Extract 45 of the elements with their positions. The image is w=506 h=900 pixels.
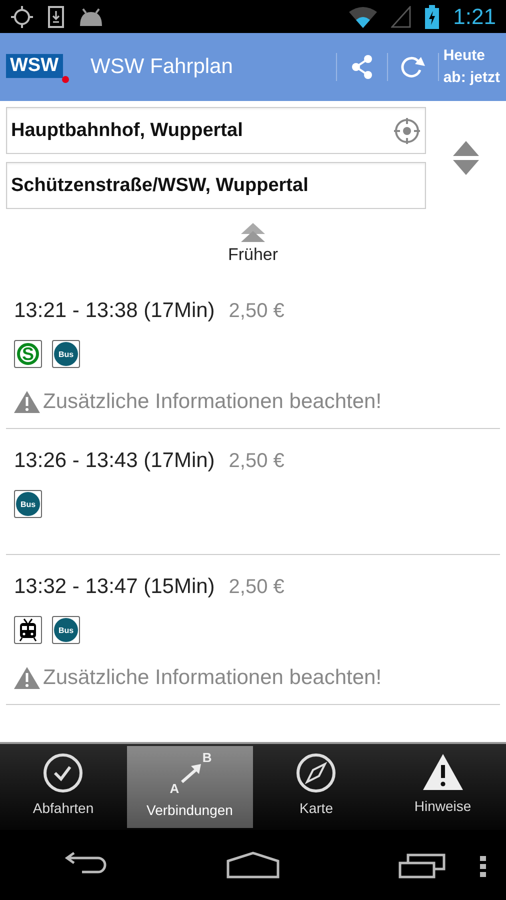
signal-icon: [391, 6, 412, 28]
gps-icon: [10, 4, 34, 28]
compass-icon: [295, 752, 338, 794]
download-icon: [48, 6, 64, 28]
tab[interactable]: Abfahrten: [0, 746, 126, 828]
s-bahn-icon: S: [14, 340, 42, 368]
tab[interactable]: Hinweise: [380, 746, 506, 828]
wifi-icon: [349, 6, 378, 28]
bus-icon: Bus: [52, 340, 80, 368]
double-up-arrow-icon: [240, 223, 266, 245]
fare-price: 2,50 €: [228, 576, 284, 599]
warning-icon: [14, 391, 40, 413]
battery-icon: [425, 4, 440, 28]
swap-icon[interactable]: [452, 141, 480, 175]
wsw-logo: WSW: [6, 54, 69, 82]
trip-times: 13:21 - 13:38 (17Min): [14, 299, 215, 323]
warning-icon: [422, 752, 464, 792]
connection-item[interactable]: 13:26 - 13:43 (17Min) 2,50 € Bus: [6, 429, 500, 555]
tab[interactable]: Karte: [253, 746, 380, 828]
destination-field[interactable]: Schützenstraße/WSW, Wuppertal: [6, 162, 426, 209]
earlier-button[interactable]: Früher: [228, 223, 278, 265]
bus-icon: Bus: [14, 490, 42, 518]
notice-text: Zusätzliche Informationen beachten!: [43, 390, 382, 414]
android-icon: [78, 8, 104, 26]
connection-item[interactable]: 13:32 - 13:47 (15Min) 2,50 € Bus Zusätzliche Informationen beachten!: [6, 555, 500, 705]
tram-icon: [14, 616, 42, 644]
app-title: WSW Fahrplan: [90, 55, 234, 79]
bus-icon: Bus: [52, 616, 80, 644]
origin-field[interactable]: Hauptbahnhof, Wuppertal: [6, 107, 426, 154]
clock-icon: [42, 752, 84, 794]
fare-price: 2,50 €: [228, 300, 284, 323]
share-icon: [351, 55, 374, 79]
notice-text: Zusätzliche Informationen beachten!: [43, 666, 382, 690]
fare-price: 2,50 €: [228, 450, 284, 473]
recent-apps-icon[interactable]: [398, 851, 446, 879]
home-icon[interactable]: [226, 851, 280, 879]
overflow-menu-icon[interactable]: [480, 856, 486, 878]
trip-times: 13:26 - 13:43 (17Min): [14, 449, 215, 473]
connection-item[interactable]: 13:21 - 13:38 (17Min) 2,50 € S Bus Zusätzliche Informationen beachten!: [6, 279, 500, 429]
refresh-icon: [399, 55, 428, 79]
tab[interactable]: A B Verbindungen: [126, 746, 253, 828]
warning-icon: [14, 667, 40, 689]
locate-icon[interactable]: [393, 116, 421, 144]
clock-time: 1:21: [453, 4, 496, 30]
trip-times: 13:32 - 13:47 (15Min): [14, 575, 215, 599]
